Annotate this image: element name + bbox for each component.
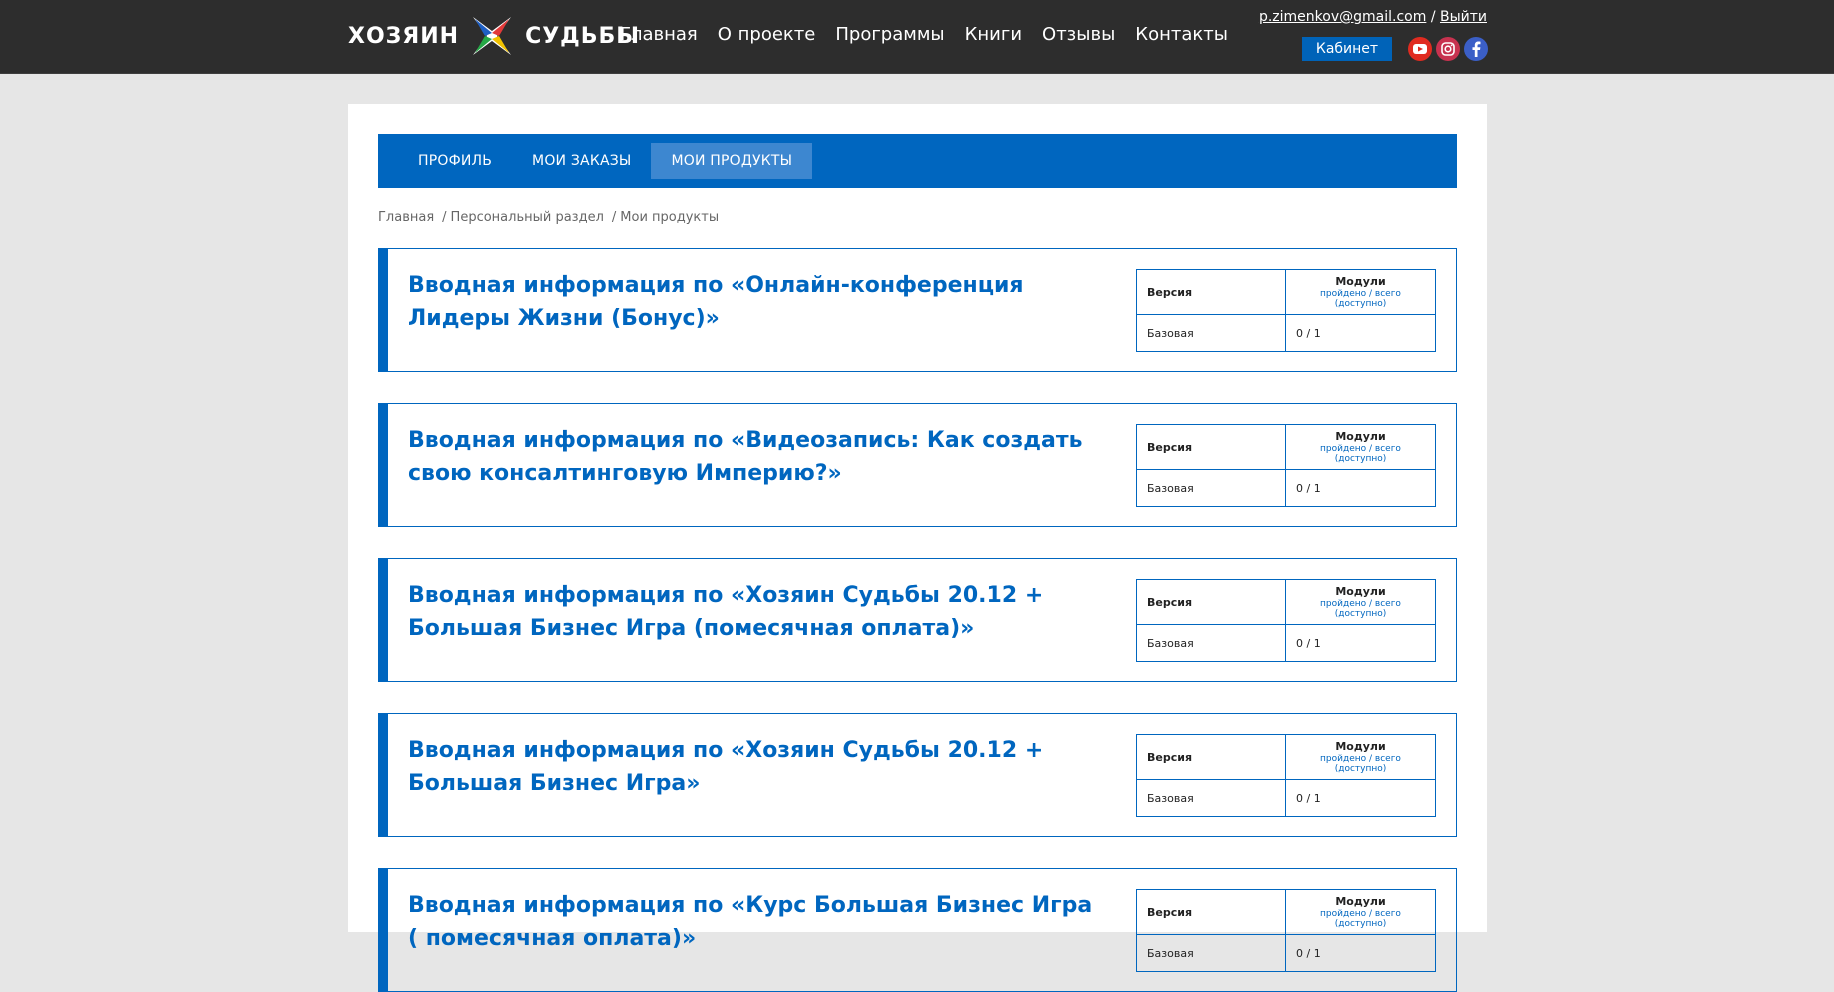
version-value: Базовая xyxy=(1136,779,1286,817)
logo-cross-icon xyxy=(473,17,512,55)
modules-header: Модули пройдено / всего (доступно) xyxy=(1285,424,1436,470)
content-panel: ПРОФИЛЬ МОИ ЗАКАЗЫ МОИ ПРОДУКТЫ Главная … xyxy=(348,104,1487,992)
product-card: Вводная информация по «Курс Большая Бизн… xyxy=(378,868,1457,992)
instagram-icon[interactable] xyxy=(1436,37,1460,61)
breadcrumb-home[interactable]: Главная xyxy=(378,210,434,225)
site-header: ХОЗЯИН СУДЬБЫ Главная О проекте Программ… xyxy=(0,0,1834,74)
modules-table: Версия Модули пройдено / всего (доступно… xyxy=(1136,424,1436,507)
user-separator: / xyxy=(1430,9,1436,25)
product-title[interactable]: Вводная информация по «Курс Большая Бизн… xyxy=(408,889,1108,955)
product-card: Вводная информация по «Хозяин Судьбы 20.… xyxy=(378,558,1457,682)
breadcrumb-personal[interactable]: Персональный раздел xyxy=(451,210,604,225)
version-value: Базовая xyxy=(1136,934,1286,972)
site-logo[interactable]: ХОЗЯИН СУДЬБЫ xyxy=(348,10,640,62)
facebook-icon[interactable] xyxy=(1464,37,1488,61)
nav-contacts[interactable]: Контакты xyxy=(1135,24,1228,45)
profile-tabs: ПРОФИЛЬ МОИ ЗАКАЗЫ МОИ ПРОДУКТЫ xyxy=(378,134,1457,188)
cabinet-button[interactable]: Кабинет xyxy=(1302,37,1392,61)
modules-value: 0 / 1 xyxy=(1285,469,1436,507)
modules-table: Версия Модули пройдено / всего (доступно… xyxy=(1136,889,1436,972)
breadcrumb-current: Мои продукты xyxy=(620,210,720,225)
modules-value: 0 / 1 xyxy=(1285,314,1436,352)
version-value: Базовая xyxy=(1136,469,1286,507)
modules-header: Модули пройдено / всего (доступно) xyxy=(1285,889,1436,935)
breadcrumb: Главная / Персональный раздел / Мои прод… xyxy=(378,210,727,225)
breadcrumb-separator: / xyxy=(442,210,447,225)
version-header: Версия xyxy=(1136,889,1286,935)
version-header: Версия xyxy=(1136,579,1286,625)
product-title[interactable]: Вводная информация по «Видеозапись: Как … xyxy=(408,424,1108,490)
version-header: Версия xyxy=(1136,269,1286,315)
product-card: Вводная информация по «Хозяин Судьбы 20.… xyxy=(378,713,1457,837)
product-title[interactable]: Вводная информация по «Онлайн-конференци… xyxy=(408,269,1108,335)
modules-header: Модули пройдено / всего (доступно) xyxy=(1285,734,1436,780)
version-value: Базовая xyxy=(1136,314,1286,352)
modules-value: 0 / 1 xyxy=(1285,624,1436,662)
version-value: Базовая xyxy=(1136,624,1286,662)
modules-header: Модули пройдено / всего (доступно) xyxy=(1285,579,1436,625)
breadcrumb-separator: / xyxy=(611,210,617,225)
user-line: p.zimenkov@gmail.com / Выйти xyxy=(1259,9,1487,25)
nav-books[interactable]: Книги xyxy=(965,24,1022,45)
nav-programs[interactable]: Программы xyxy=(835,24,944,45)
tab-my-orders[interactable]: МОИ ЗАКАЗЫ xyxy=(512,143,651,179)
nav-about[interactable]: О проекте xyxy=(718,24,816,45)
product-title[interactable]: Вводная информация по «Хозяин Судьбы 20.… xyxy=(408,579,1108,645)
product-card: Вводная информация по «Видеозапись: Как … xyxy=(378,403,1457,527)
logo-text-left: ХОЗЯИН xyxy=(348,23,460,49)
modules-value: 0 / 1 xyxy=(1285,934,1436,972)
social-links xyxy=(1408,37,1488,61)
tab-my-products[interactable]: МОИ ПРОДУКТЫ xyxy=(651,143,813,179)
product-title[interactable]: Вводная информация по «Хозяин Судьбы 20.… xyxy=(408,734,1108,800)
logout-link[interactable]: Выйти xyxy=(1440,9,1487,25)
version-header: Версия xyxy=(1136,734,1286,780)
modules-table: Версия Модули пройдено / всего (доступно… xyxy=(1136,734,1436,817)
user-email-link[interactable]: p.zimenkov@gmail.com xyxy=(1259,9,1426,25)
modules-value: 0 / 1 xyxy=(1285,779,1436,817)
youtube-icon[interactable] xyxy=(1408,37,1432,61)
modules-header: Модули пройдено / всего (доступно) xyxy=(1285,269,1436,315)
product-card: Вводная информация по «Онлайн-конференци… xyxy=(378,248,1457,372)
modules-table: Версия Модули пройдено / всего (доступно… xyxy=(1136,269,1436,352)
tab-profile[interactable]: ПРОФИЛЬ xyxy=(398,143,512,179)
nav-reviews[interactable]: Отзывы xyxy=(1042,24,1115,45)
modules-table: Версия Модули пройдено / всего (доступно… xyxy=(1136,579,1436,662)
main-nav: Главная О проекте Программы Книги Отзывы… xyxy=(620,24,1248,45)
nav-home[interactable]: Главная xyxy=(620,24,698,45)
version-header: Версия xyxy=(1136,424,1286,470)
